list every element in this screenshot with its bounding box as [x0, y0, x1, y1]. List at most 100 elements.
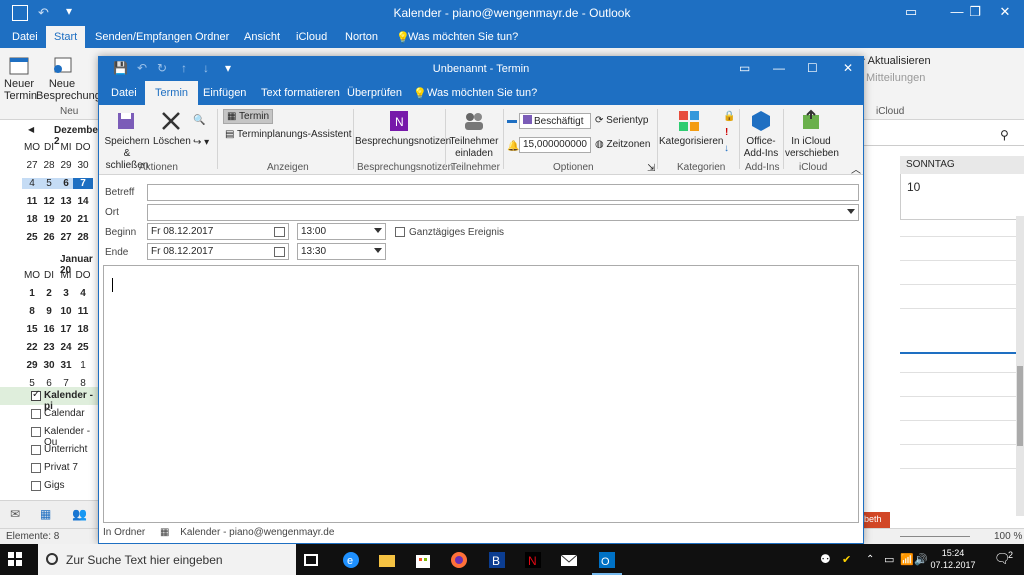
calendar-day[interactable]: 28	[73, 232, 93, 243]
low-importance-icon[interactable]: ↓	[724, 143, 729, 154]
betreff-input[interactable]	[147, 184, 859, 201]
ende-date-input[interactable]: Fr 08.12.2017	[147, 243, 289, 260]
folder-kalender-ou[interactable]: Kalender - Ou	[0, 423, 98, 448]
tab-ordner[interactable]: Ordner	[195, 31, 229, 43]
close-icon[interactable]: ✕	[982, 4, 1024, 20]
windows-start-icon[interactable]	[8, 552, 22, 566]
tell-me-box[interactable]: Was möchten Sie tun?	[427, 87, 537, 99]
tab-icloud[interactable]: iCloud	[296, 31, 327, 43]
mail-app-icon[interactable]	[560, 551, 578, 569]
tab-ueberpruefen[interactable]: Überprüfen	[347, 87, 402, 99]
taskbar-search-box[interactable]: Zur Suche Text hier eingeben	[38, 544, 296, 575]
tab-start[interactable]: Start	[46, 26, 86, 48]
reminder-dropdown[interactable]: 15,000000000	[519, 137, 591, 153]
search-icon[interactable]: ⚲	[1000, 128, 1009, 142]
icloud-verschieben-button[interactable]: In iCloud verschieben	[785, 109, 839, 160]
appointment-tag[interactable]: beth	[862, 512, 890, 528]
besprechungsnotizen-button[interactable]: N Besprechungsnotizen	[355, 109, 451, 148]
firefox-icon[interactable]	[450, 551, 468, 569]
taskbar-clock[interactable]: 15:24 07.12.2017	[928, 547, 978, 571]
calendar-search-bar[interactable]: ⚲	[864, 126, 1024, 146]
vertical-scrollbar[interactable]	[1016, 216, 1024, 516]
maximize-icon[interactable]: ☐	[807, 61, 818, 75]
mail-icon[interactable]: ✉	[10, 507, 20, 521]
tab-text-formatieren[interactable]: Text formatieren	[261, 87, 340, 99]
neuer-termin-button[interactable]: Neuer Termin	[4, 54, 37, 102]
calendar-picker-icon[interactable]	[274, 227, 285, 237]
close-icon[interactable]: ✕	[843, 61, 853, 75]
ort-input[interactable]	[147, 204, 859, 221]
teilnehmer-einladen-button[interactable]: Teilnehmer einladen	[449, 109, 499, 160]
scrollbar-thumb[interactable]	[1017, 366, 1023, 446]
folder-calendar[interactable]: Calendar	[0, 405, 98, 423]
calendar-nav-icon[interactable]: ▦	[40, 507, 51, 521]
calendar-day[interactable]: 4	[73, 288, 93, 299]
calendar-day[interactable]: 11	[73, 306, 93, 317]
tray-overflow-icon[interactable]: ⌃	[866, 554, 884, 572]
file-explorer-icon[interactable]	[378, 551, 396, 569]
prev-month-icon[interactable]: ◀	[28, 125, 34, 134]
calendar-day[interactable]: 30	[73, 160, 93, 171]
neue-besprechung-button[interactable]: Neue Besprechung	[36, 54, 101, 102]
find-icon[interactable]: 🔍	[193, 115, 205, 126]
calendar-day[interactable]: 18	[73, 324, 93, 335]
checkbox[interactable]	[31, 409, 41, 419]
norton-tray-icon[interactable]: ✔	[842, 553, 860, 571]
chevron-down-icon[interactable]	[374, 248, 382, 253]
collapse-ribbon-icon[interactable]: ︿	[851, 161, 861, 176]
checkbox[interactable]	[31, 463, 41, 473]
netflix-icon[interactable]: N	[524, 551, 542, 569]
terminplanungs-assistent-button[interactable]: ▤ Terminplanungs-Assistent	[225, 129, 352, 140]
people-icon[interactable]: 👥	[72, 507, 87, 521]
mitteilungen-button[interactable]: Mitteilungen	[866, 72, 925, 84]
calendar-day[interactable]: 1	[73, 360, 93, 371]
high-importance-icon[interactable]: !	[725, 127, 728, 138]
chevron-down-icon[interactable]	[847, 209, 855, 214]
tab-ansicht[interactable]: Ansicht	[244, 31, 280, 43]
office-addins-button[interactable]: Office-Add-Ins	[741, 109, 781, 160]
private-lock-icon[interactable]: 🔒	[723, 111, 735, 122]
zeitzonen-button[interactable]: ◍ Zeitzonen	[595, 139, 650, 150]
tab-norton[interactable]: Norton	[345, 31, 378, 43]
calendar-day[interactable]: 7	[73, 178, 93, 189]
edge-icon[interactable]: e	[342, 551, 360, 569]
beginn-date-input[interactable]: Fr 08.12.2017	[147, 223, 289, 240]
tell-me-box[interactable]: Was möchten Sie tun?	[408, 31, 518, 43]
store-icon[interactable]	[414, 551, 432, 569]
termin-view-button[interactable]: ▦ Termin	[223, 109, 274, 124]
people-tray-icon[interactable]: ⚉	[820, 552, 838, 570]
folder-privat-7[interactable]: Privat 7	[0, 459, 98, 477]
tab-termin[interactable]: Termin	[145, 81, 199, 105]
kategorisieren-button[interactable]: Kategorisieren	[659, 109, 723, 148]
folder-gigs[interactable]: Gigs	[0, 477, 98, 495]
calendar-day[interactable]: 25	[73, 342, 93, 353]
zoom-slider[interactable]	[900, 536, 970, 537]
chevron-down-icon[interactable]	[374, 228, 382, 233]
calendar-day[interactable]: 21	[73, 214, 93, 225]
calendar-picker-icon[interactable]	[274, 247, 285, 257]
ganztaegig-checkbox[interactable]	[395, 227, 405, 237]
ende-time-dropdown[interactable]: 13:30	[297, 243, 386, 260]
dialog-launcher-icon[interactable]: ⇲	[647, 163, 655, 174]
aktualisieren-button[interactable]: ⟳ Aktualisieren	[856, 54, 931, 67]
calendar-day[interactable]: 14	[73, 196, 93, 207]
folder-kalender-pi[interactable]: Kalender - pi	[0, 387, 98, 412]
checkbox[interactable]	[31, 427, 41, 437]
checkbox[interactable]	[31, 445, 41, 455]
booking-icon[interactable]: B	[488, 551, 506, 569]
show-as-dropdown[interactable]: Beschäftigt	[519, 113, 591, 129]
loeschen-button[interactable]: Löschen	[153, 109, 191, 148]
appointment-body-editor[interactable]	[103, 265, 859, 523]
ribbon-display-icon[interactable]: ▭	[888, 4, 934, 20]
outlook-taskbar-icon[interactable]: O	[598, 551, 616, 569]
tab-einfuegen[interactable]: Einfügen	[203, 87, 246, 99]
sunday-date-cell[interactable]: 10	[900, 174, 1024, 220]
checkbox-checked[interactable]	[31, 389, 41, 401]
folder-unterricht[interactable]: Unterricht	[0, 441, 98, 459]
beginn-time-dropdown[interactable]: 13:00	[297, 223, 386, 240]
forward-icon[interactable]: ↪ ▾	[193, 137, 209, 148]
ribbon-options-icon[interactable]: ▭	[739, 61, 750, 75]
checkbox[interactable]	[31, 481, 41, 491]
tab-senden-empfangen[interactable]: Senden/Empfangen	[95, 31, 192, 43]
minimize-icon[interactable]: —	[773, 61, 785, 75]
